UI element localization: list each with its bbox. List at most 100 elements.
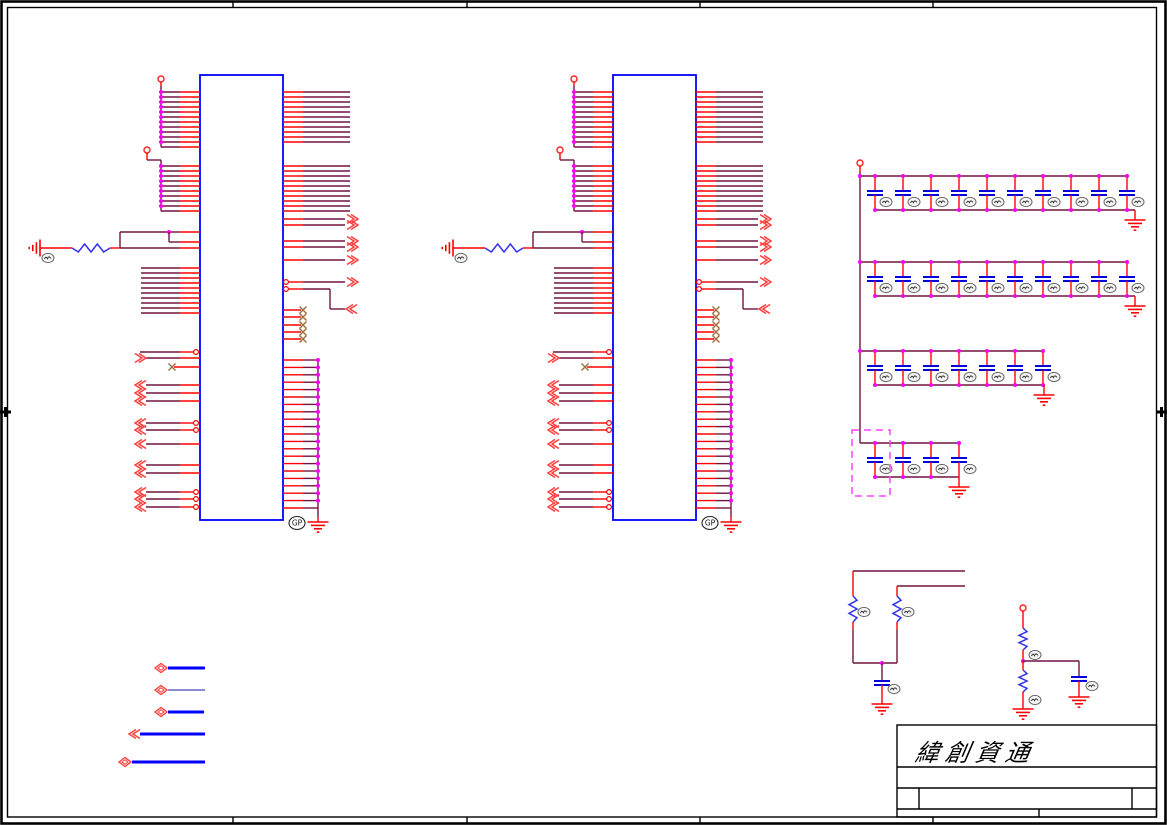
capacitor[interactable] — [923, 443, 939, 477]
legend-row[interactable] — [127, 728, 205, 740]
capacitor[interactable] — [1063, 176, 1079, 210]
capacitor[interactable] — [867, 351, 883, 385]
capacitor[interactable] — [1007, 176, 1023, 210]
ground-icon[interactable] — [720, 517, 742, 534]
port-arrow-icon[interactable] — [133, 395, 147, 407]
capacitor[interactable] — [1035, 176, 1051, 210]
decoupling-cap-bank[interactable] — [851, 159, 1146, 499]
capacitor[interactable] — [1007, 351, 1023, 385]
capacitor[interactable] — [1063, 262, 1079, 296]
power-port-icon[interactable] — [556, 146, 564, 154]
port-arrow-icon[interactable] — [759, 254, 773, 266]
port-arrow-icon[interactable] — [133, 493, 147, 505]
capacitor[interactable] — [895, 443, 911, 477]
ground-icon[interactable] — [307, 517, 329, 534]
port-arrow-icon[interactable] — [546, 395, 560, 407]
port-arrow-icon[interactable] — [346, 219, 360, 231]
port-arrow-icon[interactable] — [546, 438, 560, 450]
port-arrow-icon[interactable] — [346, 241, 360, 253]
capacitor[interactable] — [867, 443, 883, 477]
capacitor[interactable] — [951, 262, 967, 296]
resistor[interactable] — [1017, 669, 1029, 693]
resistor[interactable] — [847, 595, 859, 623]
ground-icon[interactable] — [28, 239, 41, 257]
port-arrow-icon[interactable] — [117, 756, 133, 768]
legend-row[interactable] — [153, 684, 205, 696]
capacitor[interactable] — [979, 262, 995, 296]
ground-icon[interactable] — [948, 482, 970, 499]
ic-block-2[interactable]: GP — [441, 74, 773, 534]
net-label-gp[interactable]: GP — [701, 515, 719, 531]
capacitor[interactable] — [951, 443, 967, 477]
legend-row[interactable] — [117, 756, 205, 768]
port-arrow-icon[interactable] — [134, 352, 148, 364]
resistor[interactable] — [484, 242, 524, 254]
port-arrow-icon[interactable] — [546, 501, 560, 513]
port-arrow-icon[interactable] — [346, 276, 360, 288]
capacitor[interactable] — [1091, 262, 1107, 296]
capacitor[interactable] — [923, 351, 939, 385]
port-arrow-icon[interactable] — [153, 706, 169, 718]
port-arrow-icon[interactable] — [133, 459, 147, 471]
ground-icon[interactable] — [871, 699, 893, 716]
port-arrow-icon[interactable] — [346, 254, 360, 266]
port-arrow-icon[interactable] — [153, 662, 169, 674]
resistor[interactable] — [1017, 627, 1029, 651]
legend-row[interactable] — [153, 662, 205, 674]
port-arrow-icon[interactable] — [546, 424, 560, 436]
resistor[interactable] — [71, 242, 111, 254]
net-label-gp[interactable]: GP — [288, 515, 306, 531]
ground-icon[interactable] — [1068, 692, 1090, 709]
capacitor[interactable] — [867, 262, 883, 296]
port-arrow-icon[interactable] — [127, 728, 141, 740]
port-arrow-icon[interactable] — [546, 467, 560, 479]
port-arrow-icon[interactable] — [133, 379, 147, 391]
capacitor[interactable] — [1007, 262, 1023, 296]
capacitor[interactable] — [895, 351, 911, 385]
capacitor[interactable] — [1091, 176, 1107, 210]
voltage-divider[interactable] — [1012, 604, 1099, 721]
port-arrow-icon[interactable] — [546, 459, 560, 471]
port-arrow-icon[interactable] — [546, 387, 560, 399]
legend-row[interactable] — [153, 706, 204, 718]
port-arrow-icon[interactable] — [759, 276, 773, 288]
ground-icon[interactable] — [1124, 301, 1146, 318]
capacitor[interactable] — [895, 262, 911, 296]
capacitor[interactable] — [1119, 262, 1135, 296]
port-arrow-icon[interactable] — [757, 303, 771, 315]
port-arrow-icon[interactable] — [133, 424, 147, 436]
port-arrow-icon[interactable] — [133, 438, 147, 450]
pullup-network[interactable] — [847, 570, 965, 716]
port-arrow-icon[interactable] — [759, 241, 773, 253]
capacitor[interactable] — [1035, 262, 1051, 296]
port-arrow-icon[interactable] — [759, 219, 773, 231]
capacitor[interactable] — [951, 176, 967, 210]
capacitor[interactable] — [1035, 351, 1051, 385]
port-arrow-icon[interactable] — [344, 303, 358, 315]
port-arrow-icon[interactable] — [546, 493, 560, 505]
power-port-icon[interactable] — [143, 146, 151, 154]
capacitor[interactable] — [895, 176, 911, 210]
port-arrow-icon[interactable] — [153, 684, 169, 696]
port-arrow-icon[interactable] — [133, 501, 147, 513]
power-port-icon[interactable] — [1019, 604, 1027, 612]
capacitor[interactable] — [867, 176, 883, 210]
port-arrow-icon[interactable] — [133, 467, 147, 479]
ic-block-1[interactable]: GP — [28, 74, 360, 534]
power-port-icon[interactable] — [570, 75, 578, 83]
ground-icon[interactable] — [1012, 704, 1034, 721]
capacitor[interactable] — [923, 176, 939, 210]
ground-icon[interactable] — [1124, 215, 1146, 231]
capacitor[interactable] — [923, 262, 939, 296]
capacitor[interactable] — [979, 351, 995, 385]
capacitor[interactable] — [1119, 176, 1135, 210]
ground-icon[interactable] — [1033, 390, 1055, 407]
port-arrow-icon[interactable] — [546, 379, 560, 391]
port-arrow-icon[interactable] — [547, 352, 561, 364]
capacitor[interactable] — [951, 351, 967, 385]
power-port-icon[interactable] — [856, 159, 864, 167]
resistor[interactable] — [891, 595, 903, 623]
ground-icon[interactable] — [441, 239, 454, 257]
capacitor[interactable] — [979, 176, 995, 210]
power-port-icon[interactable] — [157, 75, 165, 83]
